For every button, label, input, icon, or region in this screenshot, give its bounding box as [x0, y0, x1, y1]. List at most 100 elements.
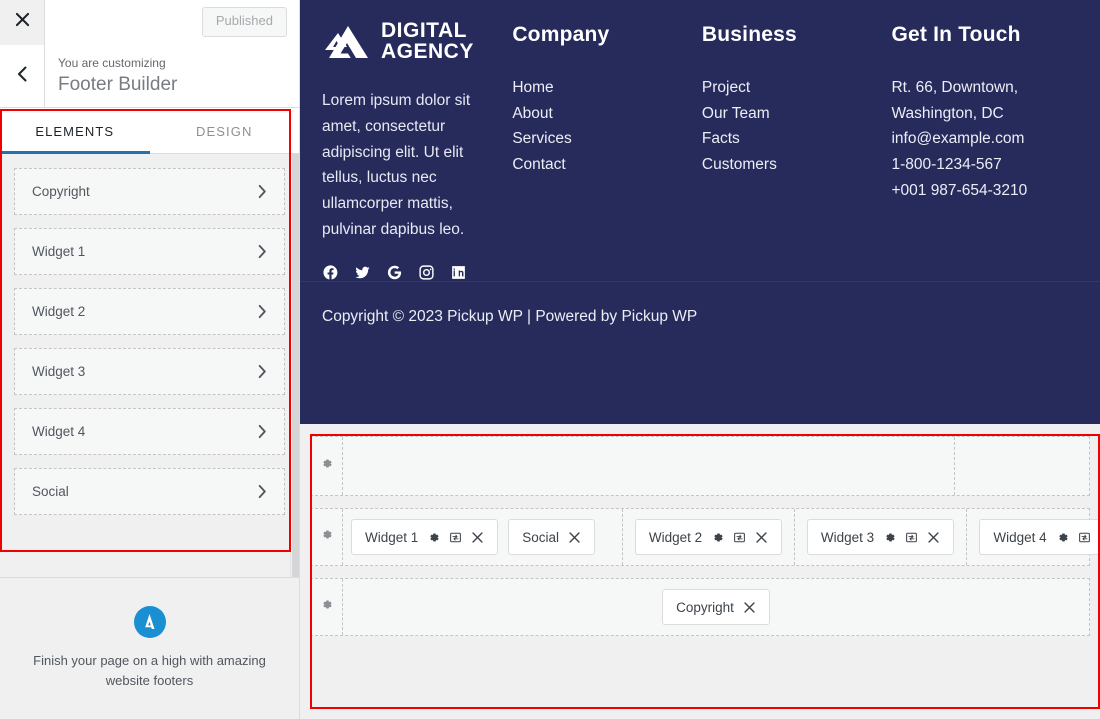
topbar-actions: Published: [45, 0, 299, 45]
page-title: Footer Builder: [58, 74, 178, 96]
builder-cell[interactable]: Copyright: [343, 579, 1089, 635]
sidebar-item-widget-4[interactable]: Widget 4: [14, 408, 285, 455]
footer-link-home[interactable]: Home: [512, 75, 702, 101]
builder-cell[interactable]: [343, 437, 955, 495]
chevron-right-icon: [256, 424, 268, 439]
builder-chip-widget-1[interactable]: Widget 1: [351, 519, 499, 555]
chip-actions: [883, 531, 940, 544]
tab-elements[interactable]: ELEMENTS: [0, 108, 150, 154]
publish-button[interactable]: Published: [201, 7, 287, 37]
builder-row-bottom: Copyright: [310, 578, 1090, 636]
sidebar-scrollbar[interactable]: [290, 154, 299, 577]
row-settings-button[interactable]: [311, 509, 343, 565]
sidebar-item-widget-3[interactable]: Widget 3: [14, 348, 285, 395]
close-icon[interactable]: [927, 531, 940, 544]
row-settings-button[interactable]: [311, 579, 343, 635]
instagram-icon[interactable]: [418, 264, 435, 281]
sidebar-scrollbar-thumb[interactable]: [292, 154, 299, 577]
builder-chip-social[interactable]: Social: [508, 519, 596, 555]
panel-header: You are customizing Footer Builder: [0, 45, 299, 108]
panel-header-text: You are customizing Footer Builder: [45, 45, 299, 107]
footer-link-project[interactable]: Project: [702, 75, 892, 101]
footer-link-services[interactable]: Services: [512, 126, 702, 152]
sidebar-item-widget-2[interactable]: Widget 2: [14, 288, 285, 335]
gear-icon[interactable]: [1056, 531, 1069, 544]
tab-elements-label: ELEMENTS: [35, 123, 115, 139]
sidebar-item-copyright[interactable]: Copyright: [14, 168, 285, 215]
builder-row-cells: Copyright: [343, 579, 1089, 635]
elements-scroll-region: Copyright Widget 1 Widget 2 Widget 3 Wid…: [0, 154, 299, 577]
sidebar-item-label: Copyright: [32, 184, 90, 199]
close-customizer-button[interactable]: [0, 0, 45, 45]
contact-phone-2[interactable]: +001 987-654-3210: [891, 178, 1100, 204]
footer-link-facts[interactable]: Facts: [702, 126, 892, 152]
chip-actions: [427, 531, 484, 544]
gear-icon: [320, 457, 333, 475]
close-icon[interactable]: [471, 531, 484, 544]
google-icon[interactable]: [386, 264, 403, 281]
builder-chip-widget-2[interactable]: Widget 2: [634, 519, 783, 555]
close-icon[interactable]: [568, 531, 581, 544]
sidebar-item-label: Social: [32, 484, 69, 499]
close-icon[interactable]: [743, 601, 756, 614]
swap-icon[interactable]: [1078, 531, 1091, 544]
customizer-app: Published You are customizing Footer Bui…: [0, 0, 1100, 719]
promo-footer: Finish your page on a high with amazing …: [0, 577, 299, 719]
swap-icon[interactable]: [733, 531, 746, 544]
builder-cell[interactable]: Widget 1 Social: [343, 509, 623, 565]
footer-column-contact: Get In Touch Rt. 66, Downtown, Washingto…: [891, 14, 1100, 281]
footer-column-title: Get In Touch: [891, 23, 1021, 46]
close-icon[interactable]: [755, 531, 768, 544]
tab-design[interactable]: DESIGN: [150, 108, 300, 154]
footer-link-our-team[interactable]: Our Team: [702, 101, 892, 127]
row-settings-button[interactable]: [311, 437, 343, 495]
builder-cell[interactable]: Widget 2: [623, 509, 795, 565]
gear-icon[interactable]: [883, 531, 896, 544]
sidebar-item-label: Widget 1: [32, 244, 86, 259]
gear-icon[interactable]: [427, 531, 440, 544]
footer-column-title: Company: [512, 23, 610, 46]
footer-link-contact[interactable]: Contact: [512, 152, 702, 178]
footer-link-customers[interactable]: Customers: [702, 152, 892, 178]
sidebar-item-social[interactable]: Social: [14, 468, 285, 515]
builder-chip-widget-4[interactable]: Widget 4: [979, 519, 1100, 555]
site-preview: DIGITAL AGENCY Lorem ipsum dolor sit ame…: [300, 0, 1100, 719]
chip-label: Widget 3: [820, 529, 875, 545]
sidebar-item-widget-1[interactable]: Widget 1: [14, 228, 285, 275]
brand-name-line2: AGENCY: [381, 39, 474, 63]
contact-phone-1[interactable]: 1-800-1234-567: [891, 152, 1100, 178]
footer-link-about[interactable]: About: [512, 101, 702, 127]
swap-icon[interactable]: [905, 531, 918, 544]
contact-address-line-2: Washington, DC: [891, 104, 1004, 122]
twitter-icon[interactable]: [354, 264, 371, 281]
contact-email[interactable]: info@example.com: [891, 126, 1100, 152]
gear-icon: [320, 598, 333, 616]
chevron-right-icon: [256, 484, 268, 499]
site-logo[interactable]: DIGITAL AGENCY: [322, 20, 498, 63]
builder-chip-copyright[interactable]: Copyright: [662, 589, 770, 625]
builder-cell[interactable]: [955, 437, 1089, 495]
tab-design-label: DESIGN: [196, 123, 253, 139]
swap-icon[interactable]: [449, 531, 462, 544]
builder-chip-widget-3[interactable]: Widget 3: [806, 519, 955, 555]
chip-label: Social: [522, 529, 560, 545]
builder-cell[interactable]: Widget 4: [967, 509, 1100, 565]
gear-icon[interactable]: [711, 531, 724, 544]
back-button[interactable]: [0, 45, 45, 107]
footer-copyright-bar: Copyright © 2023 Pickup WP | Powered by …: [300, 281, 1100, 351]
promo-text: Finish your page on a high with amazing …: [33, 652, 266, 688]
close-icon: [15, 12, 30, 32]
chip-label: Widget 2: [648, 529, 703, 545]
footer-column-brand: DIGITAL AGENCY Lorem ipsum dolor sit ame…: [322, 14, 512, 281]
chevron-right-icon: [256, 184, 268, 199]
facebook-icon[interactable]: [322, 264, 339, 281]
builder-cell[interactable]: Widget 3: [795, 509, 967, 565]
linkedin-icon[interactable]: [450, 264, 467, 281]
customizer-topbar: Published: [0, 0, 299, 45]
mountain-logo-icon: [322, 25, 370, 59]
chip-label: Widget 4: [993, 529, 1047, 545]
panel-tabs: ELEMENTS DESIGN: [0, 108, 299, 154]
footer-column-title: Business: [701, 23, 797, 46]
footer-column-company: Company Home About Services Contact: [512, 14, 702, 281]
footer-columns: DIGITAL AGENCY Lorem ipsum dolor sit ame…: [300, 0, 1100, 281]
